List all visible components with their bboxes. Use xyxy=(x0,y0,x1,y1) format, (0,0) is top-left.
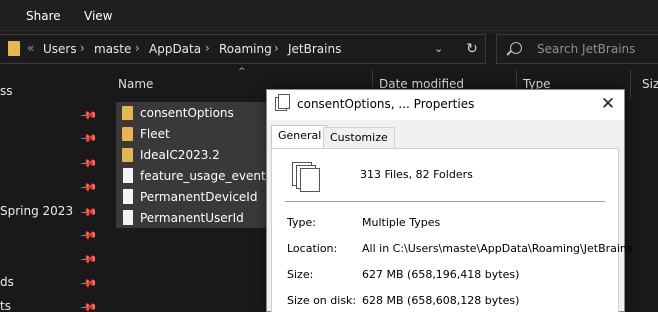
breadcrumb-maste[interactable]: maste xyxy=(94,42,131,56)
dialog-titlebar[interactable]: consentOptions, ... Properties ✕ xyxy=(267,90,624,120)
ribbon-divider xyxy=(0,30,658,31)
location-label: Location: xyxy=(287,242,338,255)
file-icon xyxy=(123,210,133,225)
nav-item[interactable]: ss xyxy=(0,84,13,98)
breadcrumb-appdata[interactable]: AppData xyxy=(149,42,201,56)
column-header-name[interactable]: Name xyxy=(118,77,153,91)
folder-icon xyxy=(122,106,133,120)
breadcrumb-jetbrains[interactable]: JetBrains xyxy=(288,42,341,56)
chevron-right-icon[interactable]: › xyxy=(274,41,279,55)
file-icon xyxy=(123,168,133,183)
chevron-right-icon[interactable]: › xyxy=(135,41,140,55)
address-bar[interactable]: « Users › maste › AppData › Roaming › Je… xyxy=(0,34,486,64)
type-value: Multiple Types xyxy=(362,216,441,229)
general-panel: 313 Files, 82 Folders Type: Multiple Typ… xyxy=(271,148,633,312)
column-divider[interactable] xyxy=(630,70,631,98)
list-item-label: IdeaIC2023.2 xyxy=(140,148,220,162)
pin-icon[interactable]: 📌 xyxy=(79,154,98,173)
list-item[interactable]: PermanentUserId xyxy=(116,207,286,228)
chevron-right-icon[interactable]: › xyxy=(80,41,85,55)
list-item[interactable]: IdeaIC2023.2 xyxy=(116,144,286,165)
file-icon xyxy=(123,189,133,204)
nav-item[interactable]: ts xyxy=(0,299,11,312)
list-item-label: PermanentUserId xyxy=(140,211,244,225)
nav-item[interactable]: ds xyxy=(0,275,14,289)
breadcrumb-roaming[interactable]: Roaming xyxy=(219,42,272,56)
pin-icon[interactable]: 📌 xyxy=(79,203,98,222)
close-icon[interactable]: ✕ xyxy=(597,93,619,115)
tab-customize[interactable]: Customize xyxy=(323,127,395,148)
search-placeholder: Search JetBrains xyxy=(537,42,636,56)
search-box[interactable]: Search JetBrains xyxy=(496,34,658,64)
size-on-disk-value: 628 MB (658,608,128 bytes) xyxy=(362,294,520,307)
dialog-title: consentOptions, ... Properties xyxy=(297,97,475,111)
ribbon: Share View xyxy=(0,0,658,34)
navigation-pane: ss 📌 📌 📌 📌 Spring 2023 📌 📌 📌 ds 📌 ts 📌 xyxy=(0,68,104,312)
search-icon xyxy=(510,42,522,54)
list-item-label: PermanentDeviceId xyxy=(140,190,258,204)
divider xyxy=(285,201,605,202)
chevron-right-icon[interactable]: › xyxy=(205,41,210,55)
list-item[interactable]: consentOptions xyxy=(116,102,286,123)
address-dropdown-icon[interactable]: ⌄ xyxy=(434,42,443,55)
pin-icon[interactable]: 📌 xyxy=(79,274,98,293)
size-label: Size: xyxy=(287,268,314,281)
pin-icon[interactable]: 📌 xyxy=(79,226,98,245)
type-label: Type: xyxy=(287,216,316,229)
refresh-icon[interactable]: ↻ xyxy=(462,39,482,59)
pin-icon[interactable]: 📌 xyxy=(79,298,98,312)
list-item-label: consentOptions xyxy=(140,106,234,120)
tab-general[interactable]: General xyxy=(271,125,329,149)
folder-icon xyxy=(8,41,20,56)
pin-icon[interactable]: 📌 xyxy=(79,178,98,197)
list-item[interactable]: PermanentDeviceId xyxy=(116,186,286,207)
size-value: 627 MB (658,196,418 bytes) xyxy=(362,268,520,281)
ribbon-tab-view[interactable]: View xyxy=(84,9,112,23)
folder-icon xyxy=(122,148,133,162)
multiple-files-icon xyxy=(300,168,320,192)
size-on-disk-label: Size on disk: xyxy=(287,294,357,307)
folder-icon xyxy=(122,127,133,141)
overflow-chevron-icon[interactable]: « xyxy=(27,41,34,55)
pin-icon[interactable]: 📌 xyxy=(79,129,98,148)
file-folder-count: 313 Files, 82 Folders xyxy=(360,168,473,181)
nav-item-spring-2023[interactable]: Spring 2023 xyxy=(0,204,73,218)
documents-icon xyxy=(275,94,290,111)
list-item-label: Fleet xyxy=(140,127,170,141)
list-item[interactable]: Fleet xyxy=(116,123,286,144)
pin-icon[interactable]: 📌 xyxy=(79,250,98,269)
column-header-size[interactable]: Siz xyxy=(642,77,658,91)
sort-ascending-icon: ^ xyxy=(238,67,246,77)
breadcrumb-users[interactable]: Users xyxy=(43,42,77,56)
pin-icon[interactable]: 📌 xyxy=(79,106,98,125)
list-item[interactable]: feature_usage_event_log xyxy=(116,165,290,186)
location-value: All in C:\Users\maste\AppData\Roaming\Je… xyxy=(362,242,633,255)
properties-dialog: consentOptions, ... Properties ✕ General… xyxy=(266,89,633,312)
ribbon-tab-share[interactable]: Share xyxy=(26,9,61,23)
